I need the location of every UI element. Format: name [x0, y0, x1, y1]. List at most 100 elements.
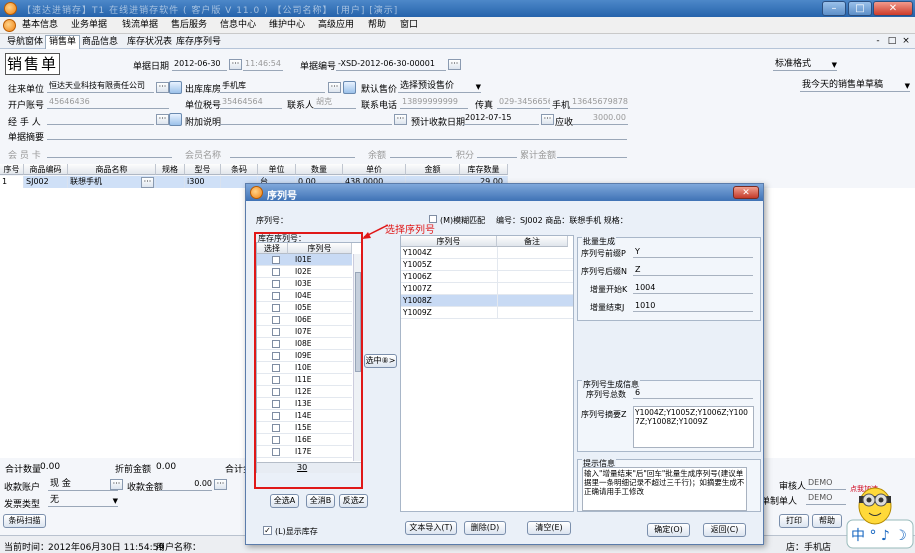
select-none-button[interactable]: 全消B [306, 494, 335, 508]
tax-field[interactable]: 35464564 [220, 96, 282, 109]
invoice-type-select[interactable]: 无 ▼ [48, 494, 118, 507]
warehouse-icon[interactable] [343, 81, 356, 94]
date-field[interactable]: 2012-06-30 [172, 58, 227, 71]
abstract-field[interactable]: Y1004Z;Y1005Z;Y1006Z;Y1007Z;Y1008Z;Y1009… [633, 406, 754, 448]
prefix-field[interactable]: Y [633, 246, 753, 258]
tab-stock-status[interactable]: 库存状况表 [123, 35, 176, 49]
handler-lookup-button[interactable]: ··· [156, 114, 169, 125]
col-amount[interactable]: 金额 [406, 164, 460, 175]
barcode-scan-button[interactable]: 条码扫描 [3, 514, 46, 528]
summary-field[interactable] [47, 127, 627, 140]
menu-after-sales[interactable]: 售后服务 [167, 19, 211, 32]
clear-button[interactable]: 清空(E) [527, 521, 571, 535]
cell-index[interactable]: 1 [0, 176, 24, 188]
close-button[interactable]: ✕ [873, 1, 913, 16]
mobile-field[interactable]: 13645679878 [570, 96, 628, 109]
handler-field[interactable] [47, 112, 154, 125]
due-field[interactable]: 2012-07-15 [463, 112, 539, 125]
menu-help[interactable]: 帮助 [364, 19, 390, 32]
menu-maintenance[interactable]: 维护中心 [265, 19, 309, 32]
tab-minimize-button[interactable]: - [872, 36, 884, 47]
bill-no-field[interactable]: -XSD-2012-06-30-00001 [336, 58, 446, 71]
tab-close-button[interactable]: × [900, 36, 912, 47]
back-button[interactable]: 返回(C) [703, 523, 746, 537]
col-index[interactable]: 序号 [0, 164, 24, 175]
help-button[interactable]: 帮助 [812, 514, 842, 528]
start-field[interactable]: 1004 [633, 282, 753, 294]
col-model[interactable]: 型号 [185, 164, 221, 175]
cell-spec[interactable] [156, 176, 185, 188]
col-code[interactable]: 商品编码 [24, 164, 68, 175]
tab-navigation[interactable]: 导航窗体 [3, 35, 47, 49]
menu-cash-docs[interactable]: 钱流单据 [118, 19, 162, 32]
delete-button[interactable]: 删除(D) [464, 521, 506, 535]
receipt-amount-field[interactable]: 0.00 [160, 478, 212, 491]
cell-name-lookup-button[interactable]: ··· [141, 177, 154, 188]
bill-no-button[interactable]: ··· [448, 59, 461, 70]
col-note[interactable]: 备注 [497, 236, 568, 247]
selected-serial-row[interactable]: Y1004Z [401, 247, 573, 259]
customer-field[interactable]: 恒达天业科技有限责任公司 [47, 80, 154, 93]
col-name[interactable]: 商品名称 [68, 164, 156, 175]
date-picker-button[interactable]: ··· [229, 59, 242, 70]
note-button[interactable]: ··· [394, 114, 407, 125]
selected-serial-row[interactable]: Y1007Z [401, 283, 573, 295]
selected-serial-row[interactable]: Y1008Z [401, 295, 573, 307]
tab-restore-button[interactable]: □ [886, 36, 898, 47]
show-stock-checkbox[interactable]: ✓ [263, 526, 272, 535]
member-card-field[interactable] [47, 145, 172, 158]
tab-sales-order[interactable]: 销售单 [45, 35, 81, 49]
customer-card-icon[interactable] [169, 81, 182, 94]
text-import-button[interactable]: 文本导入(T) [405, 521, 457, 535]
receipt-amount-button[interactable]: ··· [214, 479, 227, 490]
price-select[interactable]: 选择预设售价 ▼ [398, 80, 481, 93]
print-button[interactable]: 打印 [779, 514, 809, 528]
draft-select[interactable]: 我今天的销售单草稿 ▼ [800, 79, 910, 92]
tab-product-info[interactable]: 商品信息 [78, 35, 122, 49]
col-unit[interactable]: 单位 [258, 164, 296, 175]
dialog-close-button[interactable]: ✕ [733, 186, 759, 199]
warehouse-lookup-button[interactable]: ··· [328, 82, 341, 93]
col-spec[interactable]: 规格 [156, 164, 185, 175]
menu-window[interactable]: 窗口 [396, 19, 422, 32]
phone-field[interactable]: 13899999999 [400, 96, 468, 109]
menu-business-docs[interactable]: 业务单据 [67, 19, 111, 32]
receivable-field[interactable]: 3000.00 [572, 112, 628, 125]
account-field[interactable]: 45646436 [47, 96, 169, 109]
member-name-field[interactable] [230, 145, 355, 158]
fax-field[interactable]: 029-34566567 [497, 96, 550, 109]
mascot-icon[interactable]: 中 ° ♪ ☽ [845, 480, 915, 550]
maximize-button[interactable]: □ [848, 1, 872, 16]
customer-lookup-button[interactable]: ··· [156, 82, 169, 93]
note-field[interactable] [220, 112, 392, 125]
menu-basic-info[interactable]: 基本信息 [18, 19, 62, 32]
warehouse-field[interactable]: 手机库 [220, 80, 325, 93]
time-field[interactable]: 11:46:54 [243, 58, 283, 71]
cell-code[interactable]: SJ002 [24, 176, 68, 188]
suffix-field[interactable]: Z [633, 264, 753, 276]
select-all-button[interactable]: 全选A [270, 494, 299, 508]
pay-account-button[interactable]: ··· [110, 479, 123, 490]
pay-account-select[interactable]: 现 金▼ [48, 478, 118, 491]
tab-stock-serial[interactable]: 库存序列号 [172, 35, 225, 49]
invert-select-button[interactable]: 反选Z [339, 494, 368, 508]
contact-field[interactable]: 胡克 [314, 96, 356, 109]
handler-icon[interactable] [169, 113, 182, 126]
col-price[interactable]: 单价 [343, 164, 406, 175]
selected-serial-row[interactable]: Y1005Z [401, 259, 573, 271]
due-picker-button[interactable]: ··· [541, 114, 554, 125]
selected-serial-row[interactable]: Y1006Z [401, 271, 573, 283]
col-selected-serial[interactable]: 序列号 [401, 236, 497, 247]
format-select[interactable]: 标准格式 ▼ [773, 58, 837, 71]
col-barcode[interactable]: 条码 [221, 164, 258, 175]
end-field[interactable]: 1010 [633, 300, 753, 312]
minimize-button[interactable]: – [822, 1, 846, 16]
cell-model[interactable]: i300 [185, 176, 221, 188]
selected-serial-row[interactable]: Y1009Z [401, 307, 573, 319]
menu-info-center[interactable]: 信息中心 [216, 19, 260, 32]
menu-advanced[interactable]: 高级应用 [314, 19, 358, 32]
col-stock[interactable]: 库存数量 [460, 164, 508, 175]
select-to-right-button[interactable]: 选中⑧> [364, 354, 397, 368]
col-qty[interactable]: 数量 [296, 164, 343, 175]
ok-button[interactable]: 确定(O) [647, 523, 690, 537]
